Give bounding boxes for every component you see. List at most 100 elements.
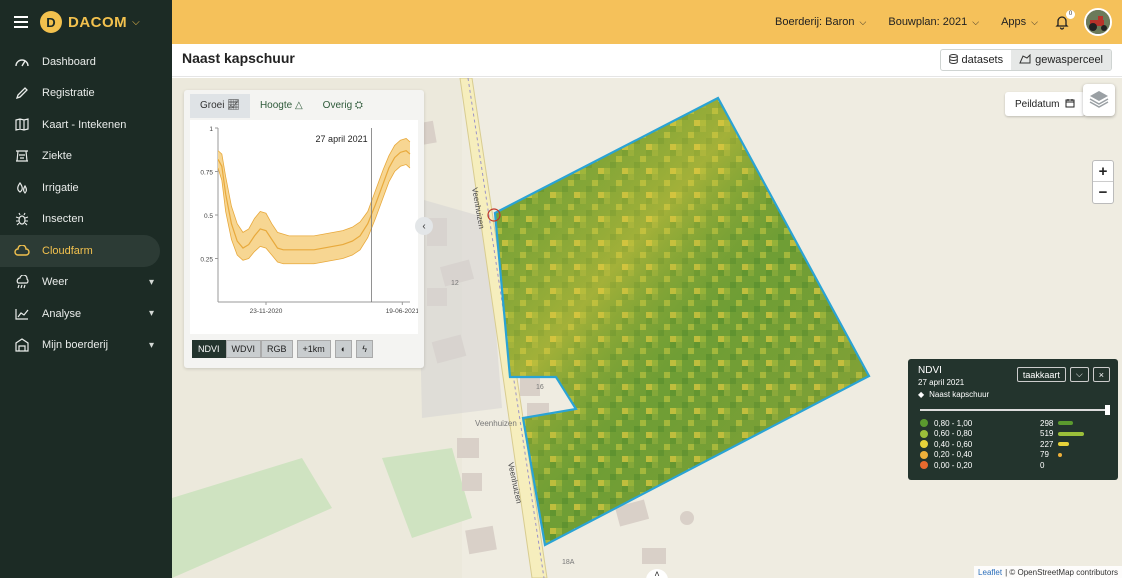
chevron-left-icon: ‹ — [422, 220, 426, 232]
map-canvas[interactable]: Veenhuizen Veenhuizen Veenhuizen 12 16 1… — [172, 78, 1122, 578]
flash-button[interactable]: ϟ — [356, 340, 373, 358]
tractor-icon: ⛭ — [354, 100, 363, 111]
leaflet-link[interactable]: Leaflet — [978, 568, 1002, 577]
map-attribution: Leaflet | © OpenStreetMap contributors — [974, 566, 1122, 578]
sidebar-item-label: Dashboard — [42, 55, 96, 68]
notifications-bell-icon[interactable]: 0 — [1054, 10, 1075, 30]
sidebar-item-label: Cloudfarm — [42, 244, 93, 257]
legend-count: 519 — [1040, 429, 1054, 439]
sidebar-item-cloudfarm[interactable]: Cloudfarm — [0, 235, 160, 267]
ndvi-legend: NDVI 27 april 2021 ◆ Naast kapschuur taa… — [908, 359, 1118, 480]
plan-selector-label: Bouwplan: 2021 — [888, 16, 968, 28]
sidebar-item-insecten[interactable]: Insecten — [0, 204, 172, 236]
sidebar-item-analyse[interactable]: Analyse ▾ — [0, 298, 172, 330]
chart-area: 0.25 0.5 0.75 1 23-11-2020 19-06-2021 27 april… — [190, 120, 419, 334]
legend-close-button[interactable]: × — [1092, 367, 1110, 382]
color-swatch — [920, 440, 928, 449]
tab-overig[interactable]: Overig ⛭ — [313, 94, 373, 118]
y-tick-label: 0.5 — [204, 213, 213, 220]
legend-row: 0,00 - 0,20 0 — [920, 460, 1106, 471]
sidebar-item-ziekte[interactable]: Ziekte — [0, 141, 172, 173]
plan-selector[interactable]: Bouwplan: 2021 ⌵ — [888, 16, 979, 28]
gewasperceel-button[interactable]: gewasperceel — [1011, 50, 1111, 70]
bug-icon — [14, 211, 30, 227]
farm-selector[interactable]: Boerderij: Baron ⌵ — [775, 16, 866, 28]
layers-button[interactable] — [1083, 84, 1115, 116]
chart-tabs: Groei 📈︎ Hoogte △ Overig ⛭ — [184, 90, 424, 118]
house-number: 16 — [536, 384, 544, 391]
hamburger-menu-icon[interactable] — [14, 16, 28, 28]
farm-icon — [14, 337, 30, 353]
x-tick-label: 23-11-2020 — [250, 308, 283, 315]
notification-count: 0 — [1066, 10, 1075, 19]
database-icon — [948, 53, 958, 67]
chevron-down-icon: ▾ — [148, 276, 154, 288]
opacity-slider[interactable] — [920, 405, 1110, 415]
calendar-icon — [1065, 98, 1075, 111]
legend-bar — [1058, 442, 1070, 446]
sidebar-item-kaart-intekenen[interactable]: Kaart - Intekenen — [0, 109, 172, 141]
line-chart-icon: 📈︎ — [227, 100, 240, 111]
tab-groei[interactable]: Groei 📈︎ — [190, 94, 250, 118]
weather-icon — [14, 274, 30, 290]
top-bar: Boerderij: Baron ⌵ Bouwplan: 2021 ⌵ Apps ⌵ … — [172, 0, 1122, 44]
zoom-control: + − — [1092, 160, 1114, 204]
legend-parcel-name: Naast kapschuur — [929, 390, 990, 399]
sidebar-item-label: Weer — [42, 276, 69, 289]
tab-label: Overig — [322, 100, 353, 111]
zoom-in-button[interactable]: + — [1093, 161, 1113, 182]
drops-icon — [14, 180, 30, 196]
chevron-down-icon: ⌵ — [1075, 369, 1083, 379]
legend-range: 0,00 - 0,20 — [934, 460, 973, 470]
sidebar-item-irrigatie[interactable]: Irrigatie — [0, 172, 172, 204]
chevron-down-icon: ⌵ — [1031, 16, 1038, 27]
attribution-text: | © OpenStreetMap contributors — [1005, 567, 1118, 577]
parcel-icon — [1019, 53, 1031, 67]
legend-range: 0,40 - 0,60 — [934, 439, 973, 449]
ndvi-button[interactable]: NDVI — [192, 340, 226, 358]
legend-count: 0 — [1040, 460, 1045, 470]
brand-bar: D DACOM ⌵ — [0, 0, 172, 44]
y-tick-label: 0.75 — [200, 170, 213, 177]
wdvi-button[interactable]: WDVI — [225, 340, 262, 358]
legend-row: 0,40 - 0,60 227 — [920, 439, 1106, 450]
apps-menu[interactable]: Apps ⌵ — [1001, 16, 1038, 28]
avatar[interactable] — [1084, 8, 1112, 36]
zoom-out-button[interactable]: − — [1093, 182, 1113, 203]
plus-1km-button[interactable]: +1km — [296, 340, 331, 358]
contrast-icon: ◐ — [340, 344, 347, 354]
color-swatch — [920, 450, 928, 459]
contrast-button[interactable]: ◐ — [334, 340, 353, 358]
legend-bar — [1058, 421, 1073, 425]
color-swatch — [920, 461, 928, 470]
y-tick-label: 1 — [209, 126, 213, 133]
legend-buttons: taakkaart ⌵ × — [1013, 367, 1110, 382]
peildatum-button[interactable]: Peildatum — [1005, 92, 1086, 116]
collapse-panel-button[interactable]: ‹ — [415, 217, 433, 235]
sidebar-item-mijn-boerderij[interactable]: Mijn boerderij ▾ — [0, 330, 172, 362]
y-tick-label: 0.25 — [200, 257, 213, 264]
legend-range: 0,60 - 0,80 — [934, 429, 973, 439]
chevron-down-icon[interactable]: ⌵ — [132, 17, 140, 28]
dacom-logo-icon: D — [40, 11, 62, 33]
place-label: Veenhuizen — [475, 419, 517, 428]
parcel-flag-icon: ◆ — [918, 390, 925, 399]
sidebar-item-weer[interactable]: Weer ▾ — [0, 267, 172, 299]
gewasperceel-label: gewasperceel — [1035, 54, 1103, 66]
legend-dropdown-button[interactable]: ⌵ — [1069, 367, 1089, 382]
taakkaart-button[interactable]: taakkaart — [1016, 367, 1066, 382]
rgb-button[interactable]: RGB — [261, 340, 293, 358]
lightning-icon: ϟ — [362, 344, 367, 354]
legend-row: 0,60 - 0,80 519 — [920, 429, 1106, 440]
layers-icon — [1088, 89, 1110, 112]
datasets-button[interactable]: datasets — [941, 50, 1012, 70]
brand-name[interactable]: DACOM — [68, 14, 127, 31]
sidebar-item-label: Insecten — [42, 213, 84, 226]
sidebar-item-dashboard[interactable]: Dashboard — [0, 46, 172, 78]
house-number: 12 — [451, 280, 459, 287]
chevron-down-icon: ▾ — [148, 308, 154, 320]
tab-hoogte[interactable]: Hoogte △ — [250, 94, 313, 118]
slider-handle[interactable] — [1105, 405, 1110, 415]
map-icon — [14, 117, 30, 133]
sidebar-item-registratie[interactable]: Registratie — [0, 78, 172, 110]
